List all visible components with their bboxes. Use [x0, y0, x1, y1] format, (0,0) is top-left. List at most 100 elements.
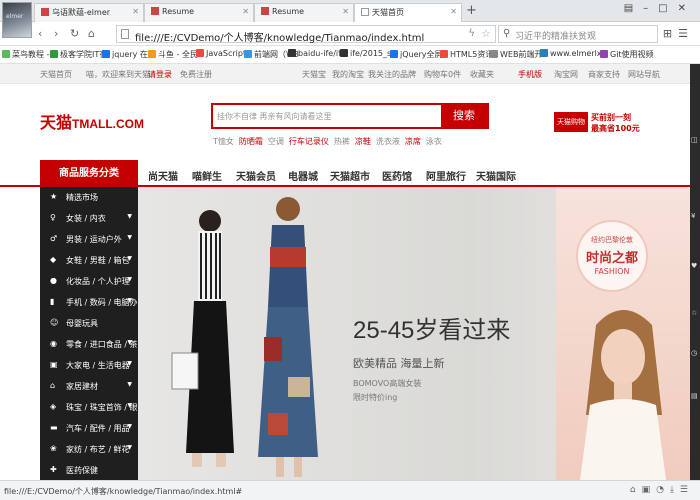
- nav-link-miaoxiansheng[interactable]: 喵鲜生: [192, 168, 222, 183]
- tab-resume-1[interactable]: Resume ✕: [144, 3, 254, 22]
- bookmark-item[interactable]: www.elmerlx: [540, 49, 602, 58]
- window-controls[interactable]: ▤–□✕: [624, 3, 696, 14]
- hot-word-link[interactable]: 凉鞋: [355, 137, 371, 146]
- hot-word-link[interactable]: 凉席: [405, 137, 421, 146]
- hot-word-link[interactable]: 空调: [268, 137, 284, 146]
- bookmark-item[interactable]: 斗鱼 - 全民: [148, 49, 198, 60]
- tab-elmer[interactable]: 乌语默蕴-elmer ✕: [34, 3, 144, 22]
- bookmark-item[interactable]: 菜鸟教程 -: [2, 49, 49, 60]
- hot-word-link[interactable]: 防晒霜: [239, 137, 263, 146]
- category-item[interactable]: ♀ 女装 / 内衣 ▼: [40, 208, 138, 229]
- close-tab-icon[interactable]: ✕: [342, 7, 349, 16]
- category-item[interactable]: ▣ 大家电 / 生活电器 ▼: [40, 355, 138, 376]
- bookmark-item[interactable]: JavaScript: [196, 49, 246, 58]
- browser-search-placeholder[interactable]: 习近平的精准扶贫观: [515, 29, 596, 42]
- topbar-sitenav-link[interactable]: 网站导航: [628, 69, 660, 80]
- topbar-login-link[interactable]: 请登录: [148, 69, 172, 80]
- topbar-taobao-link[interactable]: 淘宝网: [554, 69, 578, 80]
- browser-menu-icons[interactable]: ⊞☰: [663, 27, 694, 40]
- file-icon[interactable]: ▤: [691, 392, 699, 400]
- topbar-home-link[interactable]: 天猫首页: [40, 69, 72, 80]
- address-bar[interactable]: file:///E:/CVDemo/个人博客/knowledge/Tianmao…: [116, 25, 496, 44]
- home-icon[interactable]: ⌂: [88, 27, 95, 40]
- category-icon: ★: [50, 192, 58, 201]
- user-avatar[interactable]: elmer: [2, 2, 32, 38]
- search-button[interactable]: 搜索: [441, 105, 487, 127]
- nav-link-supermarket[interactable]: 天猫超市: [330, 168, 370, 183]
- close-tab-icon[interactable]: ✕: [242, 7, 249, 16]
- bookmark-label: jQuery全屏: [400, 50, 443, 59]
- topbar-merchant-link[interactable]: 商家支持: [588, 69, 620, 80]
- topbar-tmallbao-link[interactable]: 天猫宝: [302, 69, 326, 80]
- hot-word-link[interactable]: 行车记录仪: [289, 137, 329, 146]
- fashion-badge-line-1: 纽约巴黎伦敦: [591, 236, 633, 244]
- cart-icon[interactable]: ◫: [691, 136, 699, 144]
- category-item[interactable]: ◈ 珠宝 / 珠宝首饰 / 眼镜 ▼: [40, 397, 146, 418]
- topbar-favorites-link[interactable]: 收藏夹: [470, 69, 494, 80]
- category-item[interactable]: ✚ 医药保健: [40, 460, 138, 481]
- bookmark-item[interactable]: WEB前端开: [490, 49, 542, 60]
- category-item[interactable]: ❀ 家纺 / 布艺 / 鲜花 ▼: [40, 439, 138, 460]
- star-icon[interactable]: ☆: [691, 309, 699, 317]
- topbar-mobile-link[interactable]: 手机版: [518, 69, 542, 80]
- category-item[interactable]: ▮ 手机 / 数码 / 电脑办公 ▼: [40, 292, 146, 313]
- nav-link-international[interactable]: 天猫国际: [476, 168, 516, 183]
- browser-search-box[interactable]: ⚲ 习近平的精准扶贫观: [498, 25, 658, 43]
- side-fashion-ad[interactable]: 纽约巴黎伦敦 时尚之都 FASHION: [556, 187, 691, 480]
- bookmark-item[interactable]: baidu-ife/ife: [288, 49, 346, 58]
- bookmark-star-icon[interactable]: ☆: [481, 27, 491, 40]
- bookmark-item[interactable]: HTML5资讯: [440, 49, 493, 60]
- topbar-register-link[interactable]: 免费注册: [180, 69, 212, 80]
- nav-link-appliances[interactable]: 电器城: [288, 168, 318, 183]
- category-label: 男装 / 运动户外: [66, 235, 122, 244]
- category-item[interactable]: ♂ 男装 / 运动户外 ▼: [40, 229, 138, 250]
- topbar-cart-link[interactable]: 购物车0件: [424, 69, 461, 80]
- category-item[interactable]: ▬ 汽车 / 配件 / 用品 ▼: [40, 418, 138, 439]
- nav-link-pharmacy[interactable]: 医药馆: [382, 168, 412, 183]
- close-tab-icon[interactable]: ✕: [132, 7, 139, 16]
- address-text[interactable]: file:///E:/CVDemo/个人博客/knowledge/Tianmao…: [135, 29, 424, 44]
- bookmark-item[interactable]: jQuery全屏: [390, 49, 443, 60]
- category-item[interactable]: ◆ 女鞋 / 男鞋 / 箱包 ▼: [40, 250, 138, 271]
- new-tab-button[interactable]: +: [466, 3, 477, 18]
- topbar-brands-link[interactable]: 我关注的品牌: [368, 69, 416, 80]
- category-header[interactable]: 商品服务分类: [40, 160, 138, 187]
- category-item[interactable]: ☺ 母婴玩具: [40, 313, 138, 334]
- hot-word-link[interactable]: 泳衣: [426, 137, 442, 146]
- category-icon: ❀: [50, 444, 57, 453]
- site-search-box[interactable]: 挂你不自律 再亲有风向请看这里 搜索: [211, 103, 489, 129]
- category-label: 女装 / 内衣: [66, 214, 106, 223]
- browser-status-bar: file:///E:/CVDemo/个人博客/knowledge/Tianmao…: [0, 480, 700, 500]
- coupon-badge: 天猫购物券: [554, 112, 588, 146]
- yen-icon[interactable]: ¥: [691, 212, 699, 220]
- clock-icon[interactable]: ◷: [691, 349, 699, 357]
- heart-icon[interactable]: ♥: [691, 262, 699, 270]
- category-item[interactable]: ● 化妆品 / 个人护理 ▼: [40, 271, 138, 292]
- status-icons[interactable]: ⌂▣◔⤓☰: [630, 485, 694, 495]
- right-toolbar: ◫ ¥ ♥ ☆ ◷ ▤: [690, 64, 700, 480]
- close-tab-icon[interactable]: ✕: [450, 7, 457, 16]
- hot-word-link[interactable]: 洗衣液: [376, 137, 400, 146]
- back-arrow-icon[interactable]: ‹: [38, 27, 42, 40]
- forward-arrow-icon[interactable]: ›: [54, 27, 58, 40]
- bookmark-item[interactable]: ife/2015_su: [340, 49, 396, 58]
- site-search-input[interactable]: 挂你不自律 再亲有风向请看这里: [217, 111, 332, 122]
- bookmark-item[interactable]: 极客学院IT在: [50, 49, 107, 60]
- nav-link-travel[interactable]: 阿里旅行: [426, 168, 466, 183]
- tab-resume-2[interactable]: Resume ✕: [254, 3, 354, 22]
- lightning-icon[interactable]: ϟ: [468, 28, 475, 39]
- bookmark-item[interactable]: Git使用视频: [600, 49, 654, 60]
- category-item[interactable]: ⌂ 家居建材 ▼: [40, 376, 138, 397]
- hot-word-link[interactable]: T恤女: [213, 137, 234, 146]
- category-item[interactable]: ★ 精选市场: [40, 187, 138, 208]
- nav-link-member[interactable]: 天猫会员: [236, 168, 276, 183]
- coupon-promo[interactable]: 天猫购物券 买前别一刻 最高省100元: [554, 112, 640, 146]
- hero-banner[interactable]: 25-45岁看过来 欧美精品 海量上新 BOMOVO高端女装 限时特价ing 纽…: [138, 187, 691, 480]
- nav-link-shangtianmao[interactable]: 尚天猫: [148, 168, 178, 183]
- tmall-logo[interactable]: 天猫TMALL.COM: [40, 109, 144, 133]
- tab-tmall[interactable]: 天猫首页 ✕: [354, 3, 462, 23]
- hot-word-link[interactable]: 热裤: [334, 137, 350, 146]
- category-item[interactable]: ◉ 零食 / 进口食品 / 茶酒 ▼: [40, 334, 146, 355]
- topbar-mytaobao-link[interactable]: 我的淘宝: [332, 69, 364, 80]
- refresh-icon[interactable]: ↻: [70, 27, 79, 40]
